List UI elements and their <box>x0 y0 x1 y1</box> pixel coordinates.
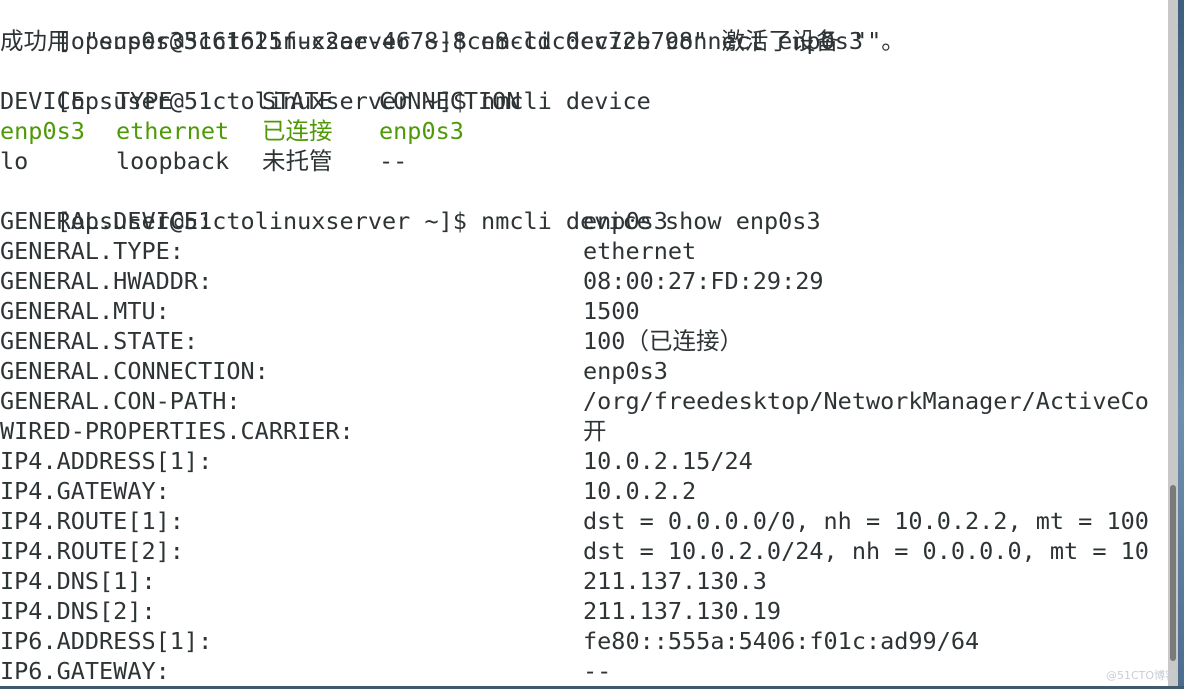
property-row: GENERAL.MTU: 1500 <box>0 296 1168 326</box>
property-value: /org/freedesktop/NetworkManager/ActiveCo <box>583 387 1149 415</box>
property-value: 10.0.2.15/24 <box>583 447 753 475</box>
header-type: TYPE <box>116 87 173 115</box>
property-key: GENERAL.MTU: <box>0 297 170 325</box>
property-value: ethernet <box>583 237 697 265</box>
row-type: ethernet <box>116 117 230 145</box>
property-row: IP4.GATEWAY: 10.0.2.2 <box>0 476 1168 506</box>
header-state: STATE <box>262 87 333 115</box>
row-device: enp0s3 <box>0 117 85 145</box>
row-state: 未托管 <box>262 147 333 175</box>
property-value: 1500 <box>583 297 640 325</box>
prompt-line-show: [opsuser@51ctolinuxserver ~]$ nmcli devi… <box>0 176 821 235</box>
connect-result-line: 成功用 "enp0s33c61625f-c2ae-4678-8ce8-cdc0c… <box>0 27 905 55</box>
scrollbar-thumb[interactable] <box>1170 485 1176 661</box>
property-value: dst = 0.0.0.0/0, nh = 10.0.2.2, mt = 100 <box>583 507 1149 535</box>
device-table-row: lo loopback 未托管 -- <box>0 146 1168 176</box>
property-value: 211.137.130.19 <box>583 597 782 625</box>
row-connection: enp0s3 <box>379 117 464 145</box>
device-table-header: DEVICE TYPE STATE CONNECTION <box>0 86 1168 116</box>
row-type: loopback <box>116 147 230 175</box>
prompt-line-device: [opsuser@51ctolinuxserver ~]$ nmcli devi… <box>0 56 651 115</box>
property-key: IP6.GATEWAY: <box>0 657 170 685</box>
property-row: IP4.DNS[2]: 211.137.130.19 <box>0 596 1168 626</box>
header-connection: CONNECTION <box>379 87 521 115</box>
row-connection: -- <box>379 147 408 175</box>
property-key: GENERAL.HWADDR: <box>0 267 213 295</box>
property-value: -- <box>583 657 612 685</box>
property-value: 100（已连接） <box>583 327 743 355</box>
property-value: dst = 10.0.2.0/24, nh = 0.0.0.0, mt = 10 <box>583 537 1149 565</box>
property-key: IP6.ADDRESS[1]: <box>0 627 213 655</box>
property-key: WIRED-PROPERTIES.CARRIER: <box>0 417 354 445</box>
property-row: IP4.DNS[1]: 211.137.130.3 <box>0 566 1168 596</box>
property-row: IP6.GATEWAY: -- <box>0 656 1168 686</box>
row-state: 已连接 <box>262 117 333 145</box>
property-row: GENERAL.DEVICE: enp0s3 <box>0 206 1168 236</box>
property-row: GENERAL.HWADDR: 08:00:27:FD:29:29 <box>0 266 1168 296</box>
property-value: enp0s3 <box>583 207 668 235</box>
row-device: lo <box>0 147 29 175</box>
terminal-window[interactable]: [opsuser@51ctolinuxserver ~]$ nmcli devi… <box>0 0 1168 686</box>
property-value: 211.137.130.3 <box>583 567 767 595</box>
property-row: IP6.ADDRESS[1]: fe80::555a:5406:f01c:ad99… <box>0 626 1168 656</box>
property-value: 10.0.2.2 <box>583 477 697 505</box>
desktop-background <box>1178 0 1184 689</box>
property-row: IP4.ADDRESS[1]: 10.0.2.15/24 <box>0 446 1168 476</box>
property-value: 开 <box>583 417 607 445</box>
prompt-line-connect: [opsuser@51ctolinuxserver ~]$ nmcli devi… <box>0 0 863 55</box>
property-key: GENERAL.CON-PATH: <box>0 387 241 415</box>
property-key: IP4.GATEWAY: <box>0 477 170 505</box>
property-row: IP4.ROUTE[2]: dst = 10.0.2.0/24, nh = 0.0… <box>0 536 1168 566</box>
property-value: 08:00:27:FD:29:29 <box>583 267 824 295</box>
property-row: GENERAL.CON-PATH: /org/freedesktop/Networ… <box>0 386 1168 416</box>
watermark: @51CTO博客 <box>1106 669 1177 682</box>
property-key: GENERAL.CONNECTION: <box>0 357 269 385</box>
property-key: IP4.DNS[1]: <box>0 567 156 595</box>
vertical-scrollbar[interactable] <box>1168 0 1178 686</box>
device-table-row: enp0s3 ethernet 已连接 enp0s3 <box>0 116 1168 146</box>
header-device: DEVICE <box>0 87 85 115</box>
property-row: GENERAL.CONNECTION: enp0s3 <box>0 356 1168 386</box>
property-key: IP4.ROUTE[2]: <box>0 537 184 565</box>
property-row: GENERAL.TYPE: ethernet <box>0 236 1168 266</box>
property-row: WIRED-PROPERTIES.CARRIER: 开 <box>0 416 1168 446</box>
property-key: GENERAL.TYPE: <box>0 237 184 265</box>
property-value: fe80::555a:5406:f01c:ad99/64 <box>583 627 980 655</box>
property-key: IP4.DNS[2]: <box>0 597 156 625</box>
property-row: IP4.ROUTE[1]: dst = 0.0.0.0/0, nh = 10.0.… <box>0 506 1168 536</box>
property-key: IP4.ROUTE[1]: <box>0 507 184 535</box>
property-row: GENERAL.STATE: 100（已连接） <box>0 326 1168 356</box>
property-key: GENERAL.DEVICE: <box>0 207 213 235</box>
property-key: GENERAL.STATE: <box>0 327 199 355</box>
property-key: IP4.ADDRESS[1]: <box>0 447 213 475</box>
property-value: enp0s3 <box>583 357 668 385</box>
